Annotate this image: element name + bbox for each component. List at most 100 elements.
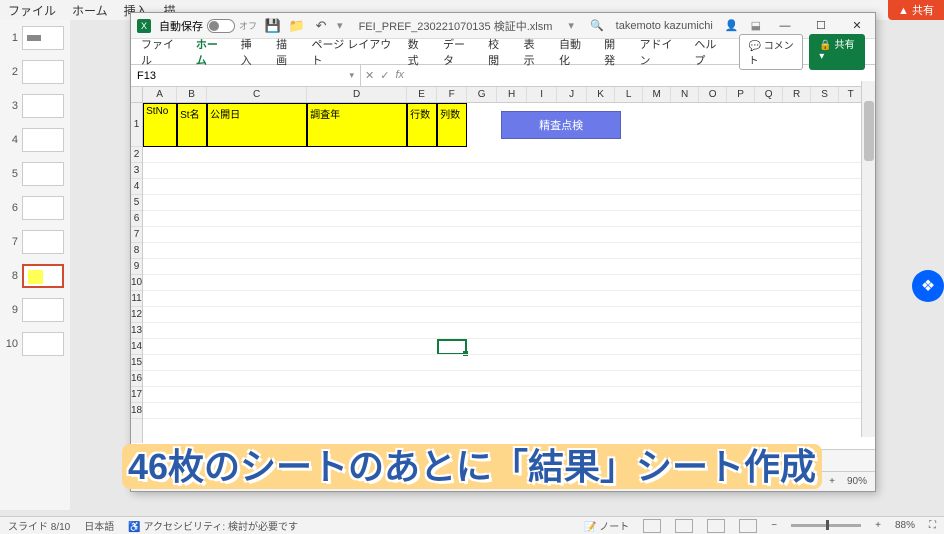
sheet-tab-結果[interactable]: 結果 <box>639 450 677 472</box>
col-header-S[interactable]: S <box>811 87 839 102</box>
row-header-10[interactable]: 10 <box>131 275 142 291</box>
col-header-N[interactable]: N <box>671 87 699 102</box>
col-header-Q[interactable]: Q <box>755 87 783 102</box>
col-header-L[interactable]: L <box>615 87 643 102</box>
tab-home[interactable]: ホーム <box>196 36 225 68</box>
slide-thumb-1[interactable]: 1 <box>4 26 66 50</box>
ppt-zoom[interactable]: 88% <box>895 520 915 531</box>
slide-thumb-4[interactable]: 4 <box>4 128 66 152</box>
tab-addin[interactable]: アドイン <box>640 36 679 68</box>
ppt-zoom-in[interactable]: + <box>875 520 881 531</box>
search-icon[interactable]: 🔍 <box>590 19 604 32</box>
row-header-2[interactable]: 2 <box>131 147 142 163</box>
sheet-nav-next[interactable]: ▶ <box>157 455 177 466</box>
row-header-3[interactable]: 3 <box>131 163 142 179</box>
sheet-tab-32[interactable]: 32 <box>202 450 231 472</box>
view-break-icon[interactable] <box>699 475 717 489</box>
inspect-button[interactable]: 精査点検 <box>501 111 621 139</box>
folder-icon[interactable]: 📁 <box>289 18 305 34</box>
autosave-toggle[interactable]: 自動保存 オフ <box>159 18 257 34</box>
account-name[interactable]: takemoto kazumichi <box>616 20 713 32</box>
view-normal-icon[interactable] <box>639 475 657 489</box>
sheet-tab-43[interactable]: 43 <box>523 450 552 472</box>
tab-automate[interactable]: 自動化 <box>559 36 588 68</box>
spreadsheet-grid[interactable]: 1 2 3 4 5 6 7 8 9 10 11 12 13 14 15 16 1… <box>131 87 875 443</box>
zoom-level[interactable]: 90% <box>847 476 867 487</box>
slide-thumb-3[interactable]: 3 <box>4 94 66 118</box>
row-header-17[interactable]: 17 <box>131 387 142 403</box>
save-icon[interactable]: 💾 <box>265 18 281 34</box>
col-header-F[interactable]: F <box>437 87 467 102</box>
col-header-O[interactable]: O <box>699 87 727 102</box>
row-header-13[interactable]: 13 <box>131 323 142 339</box>
enter-icon[interactable]: ✓ <box>380 69 389 82</box>
sheet-nav-prev[interactable]: ◀ <box>135 455 155 466</box>
dropbox-icon[interactable]: ❖ <box>912 270 944 302</box>
tab-dev[interactable]: 開発 <box>604 36 623 68</box>
ppt-menu-home[interactable]: ホーム <box>72 2 108 19</box>
col-header-E[interactable]: E <box>407 87 437 102</box>
lang-status[interactable]: 日本語 <box>84 518 114 533</box>
row-header-18[interactable]: 18 <box>131 403 142 419</box>
sheet-tab-45[interactable]: 45 <box>581 450 610 472</box>
zoom-slider[interactable] <box>747 480 817 483</box>
row-header-7[interactable]: 7 <box>131 227 142 243</box>
col-header-B[interactable]: B <box>177 87 207 102</box>
sheet-tab-38[interactable]: 38 <box>377 450 406 472</box>
ppt-view-reading[interactable] <box>707 519 725 533</box>
ppt-fit-icon[interactable]: ⛶ <box>929 520 936 531</box>
col-header-J[interactable]: J <box>557 87 587 102</box>
tab-insert[interactable]: 挿入 <box>241 36 260 68</box>
sheet-tab-33[interactable]: 33 <box>232 450 261 472</box>
maximize-button[interactable]: ☐ <box>809 19 833 32</box>
slide-thumb-10[interactable]: 10 <box>4 332 66 356</box>
ppt-view-slideshow[interactable] <box>739 519 757 533</box>
minimize-button[interactable]: — <box>773 20 797 32</box>
col-header-K[interactable]: K <box>587 87 615 102</box>
col-header-I[interactable]: I <box>527 87 557 102</box>
tab-draw[interactable]: 描画 <box>276 36 295 68</box>
row-header-5[interactable]: 5 <box>131 195 142 211</box>
sheet-tab-40[interactable]: 40 <box>406 450 435 472</box>
tab-layout[interactable]: ページ レイアウト <box>311 36 391 68</box>
row-header-9[interactable]: 9 <box>131 259 142 275</box>
cell-stname[interactable]: St名 <box>177 103 207 147</box>
slide-thumb-9[interactable]: 9 <box>4 298 66 322</box>
sheet-tab-44[interactable]: 44 <box>552 450 581 472</box>
cancel-icon[interactable]: ✕ <box>365 69 374 82</box>
sheet-tab-41[interactable]: 41 <box>465 450 494 472</box>
sheet-tab-34[interactable]: 34 <box>261 450 290 472</box>
col-header-P[interactable]: P <box>727 87 755 102</box>
sheet-add-button[interactable]: ⊕ <box>679 453 699 468</box>
sheet-tab-36[interactable]: 36 <box>319 450 348 472</box>
sheet-tab-46[interactable]: 46 <box>610 450 639 472</box>
vertical-scrollbar[interactable] <box>861 81 875 437</box>
sheet-tab-35[interactable]: 35 <box>290 450 319 472</box>
cell-pubdate[interactable]: 公開日 <box>207 103 307 147</box>
row-header-8[interactable]: 8 <box>131 243 142 259</box>
col-header-R[interactable]: R <box>783 87 811 102</box>
sheet-tab-39[interactable]: 39 <box>435 450 464 472</box>
ppt-view-normal[interactable] <box>643 519 661 533</box>
row-header-1[interactable]: 1 <box>131 103 142 147</box>
row-header-12[interactable]: 12 <box>131 307 142 323</box>
zoom-out-icon[interactable]: − <box>729 476 735 487</box>
row-header-11[interactable]: 11 <box>131 291 142 307</box>
cell-cols[interactable]: 列数 <box>437 103 467 147</box>
col-header-H[interactable]: H <box>497 87 527 102</box>
col-header-M[interactable]: M <box>643 87 671 102</box>
view-layout-icon[interactable] <box>669 475 687 489</box>
ppt-share-button[interactable]: ▲ 共有 <box>888 0 944 20</box>
tab-file[interactable]: ファイル <box>141 36 180 68</box>
account-icon[interactable]: 👤 <box>725 19 739 32</box>
col-header-G[interactable]: G <box>467 87 497 102</box>
sheet-nav-more[interactable]: … <box>178 455 200 466</box>
ribbon-mode-icon[interactable]: ⬓ <box>751 19 761 32</box>
row-header-4[interactable]: 4 <box>131 179 142 195</box>
cell-rows[interactable]: 行数 <box>407 103 437 147</box>
ppt-view-sorter[interactable] <box>675 519 693 533</box>
col-header-D[interactable]: D <box>307 87 407 102</box>
tab-help[interactable]: ヘルプ <box>694 36 723 68</box>
sheet-tab-37[interactable]: 37 <box>348 450 377 472</box>
comment-button[interactable]: 💬 コメント <box>739 34 803 70</box>
